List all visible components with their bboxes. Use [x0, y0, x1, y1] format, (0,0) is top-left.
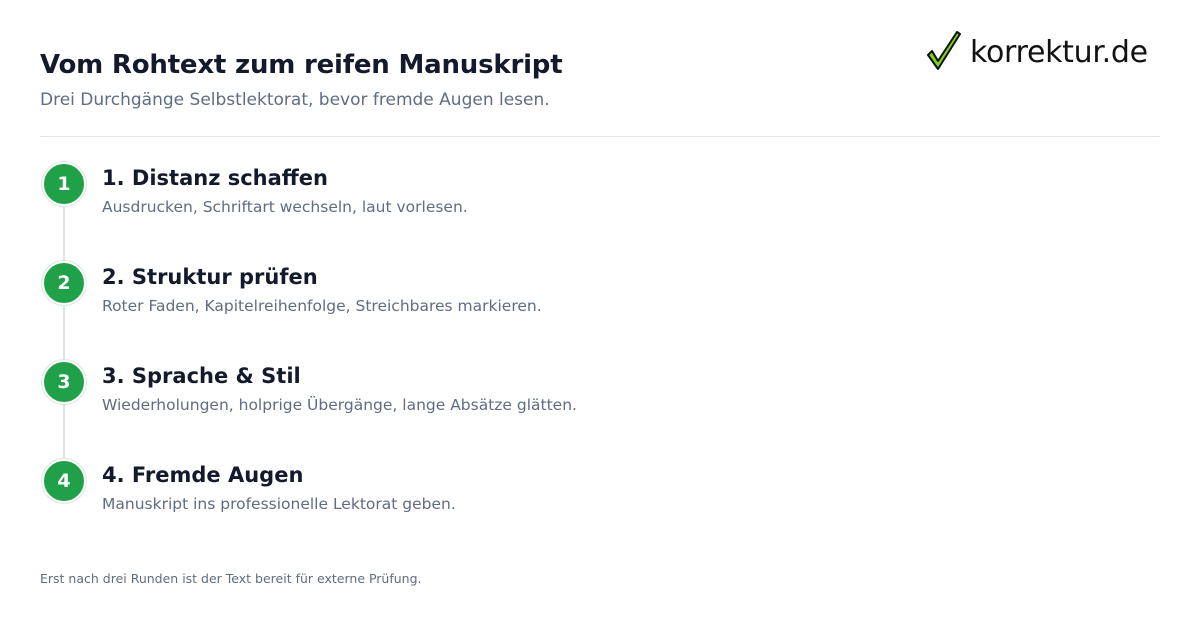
step-number-badge: 4 [42, 459, 86, 503]
header-divider [40, 136, 1160, 137]
brand-name: korrektur.de [970, 34, 1148, 70]
step-description: Manuskript ins professionelle Lektorat g… [102, 495, 456, 513]
footer-note: Erst nach drei Runden ist der Text berei… [40, 571, 422, 586]
step-title: 1. Distanz schaffen [102, 166, 328, 190]
page-title: Vom Rohtext zum reifen Manuskript [40, 50, 563, 80]
step-description: Roter Faden, Kapitelreihenfolge, Streich… [102, 297, 542, 315]
step-number-badge: 1 [42, 162, 86, 206]
page-subtitle: Drei Durchgänge Selbstlektorat, bevor fr… [40, 90, 550, 110]
page: Vom Rohtext zum reifen Manuskript Drei D… [0, 0, 1200, 630]
header: Vom Rohtext zum reifen Manuskript Drei D… [40, 50, 563, 110]
step-title: 2. Struktur prüfen [102, 265, 318, 289]
step-number-badge: 2 [42, 261, 86, 305]
step-number-badge: 3 [42, 360, 86, 404]
step-description: Ausdrucken, Schriftart wechseln, laut vo… [102, 198, 468, 216]
brand-logo: korrektur.de [926, 30, 1148, 74]
checkmark-icon [927, 31, 961, 70]
step-description: Wiederholungen, holprige Übergänge, lang… [102, 396, 577, 414]
timeline-connector [63, 200, 65, 480]
step-title: 4. Fremde Augen [102, 463, 304, 487]
step-title: 3. Sprache & Stil [102, 364, 301, 388]
